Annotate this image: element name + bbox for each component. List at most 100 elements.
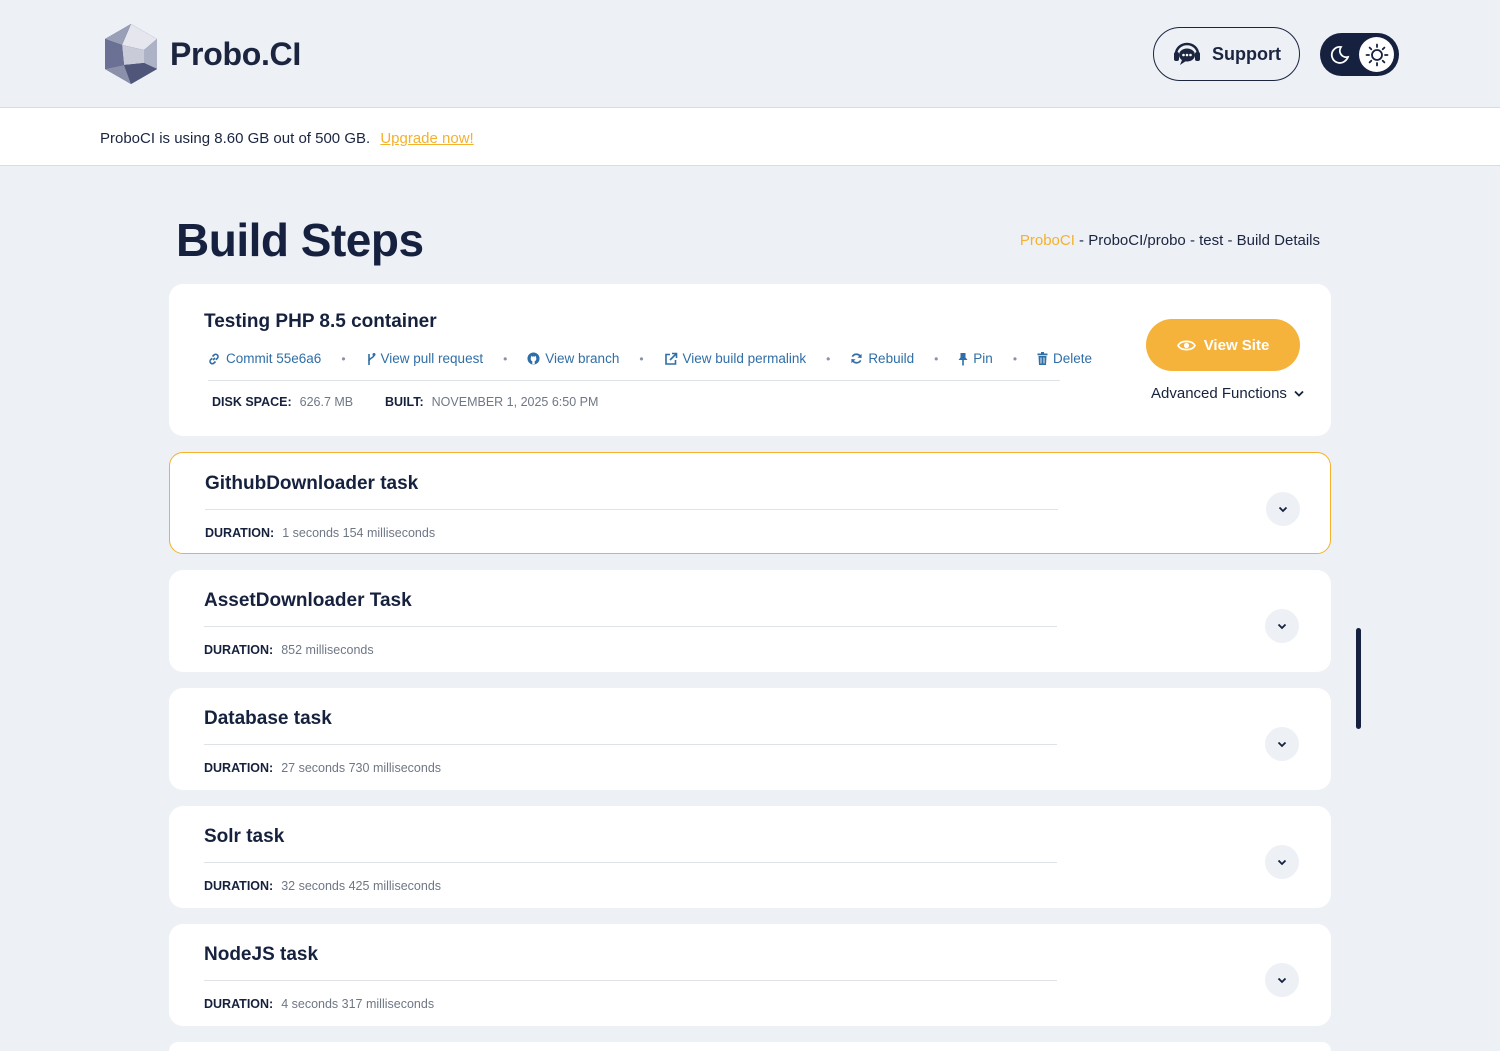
advanced-functions-label: Advanced Functions [1151,385,1287,402]
view-pull-request-label: View pull request [380,351,484,366]
action-separator: • [934,351,939,366]
brand-logo-link[interactable]: Probo.CI [100,23,301,85]
duration-label: DURATION: [204,643,274,657]
commit-link[interactable]: Commit 55e6a6 [207,351,321,366]
rebuild-link[interactable]: Rebuild [850,351,914,366]
pin-link[interactable]: Pin [958,351,993,366]
storage-message: ProboCI is using 8.60 GB out of 500 GB. … [100,130,474,147]
view-branch-label: View branch [545,351,620,366]
advanced-functions-dropdown[interactable]: Advanced Functions [1151,385,1304,402]
task-duration: DURATION: 4 seconds 317 milliseconds [204,997,434,1011]
task-card-partial[interactable] [169,1042,1331,1051]
support-button[interactable]: Support [1153,27,1300,81]
built-value: NOVEMBER 1, 2025 6:50 PM [431,395,599,409]
page-title: Build Steps [176,214,424,266]
view-branch-link[interactable]: View branch [527,351,619,366]
chevron-down-icon [1278,506,1288,512]
task-name: Database task [204,708,332,729]
duration-value: 852 milliseconds [281,643,374,657]
action-separator: • [639,351,644,366]
refresh-icon [851,353,862,364]
task-name: NodeJS task [204,944,319,965]
build-divider [208,380,1060,381]
task-duration: DURATION: 852 milliseconds [204,643,374,657]
task-divider [204,980,1057,981]
view-build-permalink-link[interactable]: View build permalink [664,351,807,366]
storage-usage-bar: ProboCI is using 8.60 GB out of 500 GB. … [0,108,1500,166]
support-label: Support [1212,43,1281,64]
action-separator: • [503,351,508,366]
breadcrumb: ProboCI - ProboCI/probo - test - Build D… [1020,232,1320,249]
eye-icon [1176,339,1196,351]
brand-name: Probo.CI [170,35,301,72]
breadcrumb-home-link[interactable]: ProboCI [1020,232,1075,249]
chevron-down-icon [1277,741,1287,747]
task-divider [204,626,1057,627]
task-card[interactable]: Database task DURATION: 27 seconds 730 m… [169,688,1331,790]
github-icon [527,352,540,365]
delete-link[interactable]: Delete [1037,351,1092,366]
link-icon [209,353,219,364]
expand-task-button[interactable] [1265,845,1299,879]
action-separator: • [1012,351,1018,366]
view-build-permalink-label: View build permalink [682,351,807,366]
probo-logo-icon [105,24,157,84]
chevron-down-icon [1294,390,1304,397]
task-card[interactable]: GithubDownloader task DURATION: 1 second… [169,452,1331,554]
git-branch-icon [367,352,376,365]
sun-icon [1365,43,1388,66]
task-name: AssetDownloader Task [204,590,412,611]
expand-task-button[interactable] [1266,492,1300,526]
scrollbar-thumb[interactable] [1356,628,1361,729]
pin-icon [958,352,968,365]
task-card[interactable]: NodeJS task DURATION: 4 seconds 317 mill… [169,924,1331,1026]
duration-value: 27 seconds 730 milliseconds [281,761,442,775]
built-label: BUILT: [385,395,424,409]
view-site-button[interactable]: View Site [1146,319,1300,371]
duration-label: DURATION: [205,526,275,540]
build-actions: Commit 55e6a6 • View pull request • View… [207,351,1092,366]
upgrade-link[interactable]: Upgrade now! [380,130,473,147]
support-chat-icon [1174,42,1200,65]
delete-label: Delete [1053,351,1093,366]
moon-icon [1330,46,1350,64]
duration-label: DURATION: [204,761,274,775]
task-duration: DURATION: 32 seconds 425 milliseconds [204,879,441,893]
duration-label: DURATION: [204,997,274,1011]
view-pull-request-link[interactable]: View pull request [366,351,484,366]
theme-toggle-knob[interactable] [1359,37,1394,72]
task-card[interactable]: AssetDownloader Task DURATION: 852 milli… [169,570,1331,672]
chevron-down-icon [1277,977,1287,983]
action-separator: • [341,351,346,366]
task-duration: DURATION: 27 seconds 730 milliseconds [204,761,441,775]
task-duration: DURATION: 1 seconds 154 milliseconds [205,526,435,540]
build-title: Testing PHP 8.5 container [204,311,437,332]
disk-space-label: DISK SPACE: [212,395,292,409]
duration-label: DURATION: [204,879,274,893]
duration-value: 1 seconds 154 milliseconds [282,526,436,540]
theme-toggle[interactable] [1320,33,1399,76]
rebuild-label: Rebuild [868,351,915,366]
disk-space-meta: DISK SPACE: 626.7 MB [212,395,353,409]
expand-task-button[interactable] [1265,609,1299,643]
commit-link-label: Commit 55e6a6 [226,351,322,366]
external-link-icon [664,352,677,365]
build-summary-card: Testing PHP 8.5 container Commit 55e6a6 … [169,284,1331,436]
duration-value: 32 seconds 425 milliseconds [281,879,442,893]
task-divider [204,862,1057,863]
task-divider [205,509,1058,510]
expand-task-button[interactable] [1265,727,1299,761]
breadcrumb-path: - ProboCI/probo - test - Build Details [1074,232,1320,249]
pin-label: Pin [973,351,993,366]
chevron-down-icon [1277,623,1287,629]
view-site-label: View Site [1203,336,1270,354]
task-divider [204,744,1057,745]
storage-usage-text: ProboCI is using 8.60 GB out of 500 GB. [100,130,371,147]
action-separator: • [826,351,831,366]
task-card[interactable]: Solr task DURATION: 32 seconds 425 milli… [169,806,1331,908]
expand-task-button[interactable] [1265,963,1299,997]
trash-icon [1037,352,1048,365]
disk-space-value: 626.7 MB [299,395,354,409]
built-meta: BUILT: NOVEMBER 1, 2025 6:50 PM [385,395,598,409]
duration-value: 4 seconds 317 milliseconds [281,997,435,1011]
